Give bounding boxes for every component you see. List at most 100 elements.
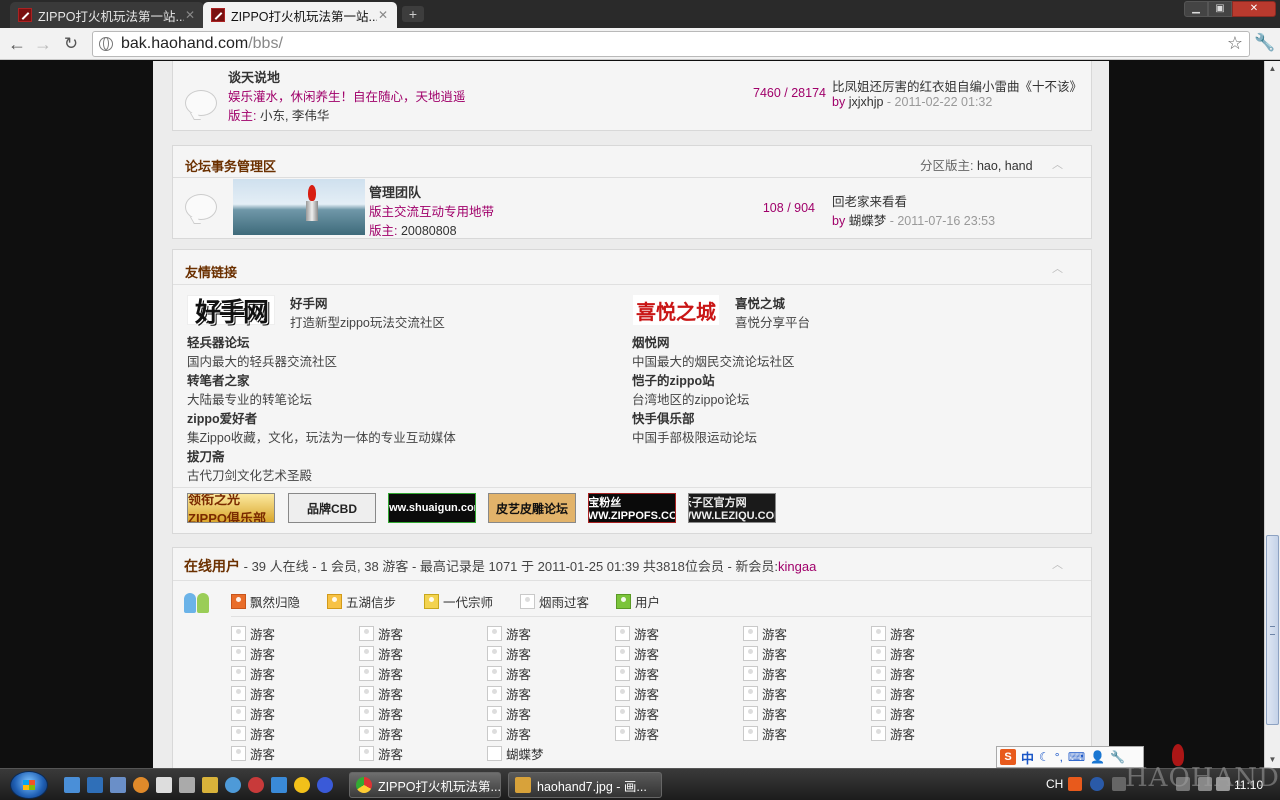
notepad-icon[interactable] (179, 777, 195, 793)
sogou-tray-icon[interactable] (1068, 777, 1082, 791)
tab-1[interactable]: ZIPPO打火机玩法第一站... ✕ (10, 2, 204, 28)
link-banner[interactable]: 领衔之光 ZIPPO俱乐部 (187, 493, 275, 523)
section-mod-label: 分区版主: (920, 159, 974, 173)
sogou-logo-icon[interactable]: S (1000, 749, 1016, 765)
lastpost-title[interactable]: 回老家来看看 (832, 191, 907, 210)
legend-item: 一代宗师 (424, 592, 493, 611)
new-tab-button[interactable]: + (402, 6, 424, 22)
address-bar[interactable]: bak.haohand.com/bbs/ ☆ (92, 31, 1250, 57)
close-window-button[interactable]: ✕ (1232, 1, 1276, 17)
link-name[interactable]: 快手俱乐部 (632, 408, 695, 427)
start-button[interactable] (10, 771, 48, 799)
punctuation-icon[interactable]: °, (1055, 750, 1063, 764)
player-icon[interactable] (317, 777, 333, 793)
link-banner[interactable]: 芝宝粉丝 WWW.ZIPPOFS.COM (588, 493, 676, 523)
keyboard-icon[interactable]: ⌨ (1068, 750, 1085, 764)
network-icon[interactable] (110, 777, 126, 793)
maximize-button[interactable]: ▣ (1208, 1, 1232, 17)
user-label: 游客 (890, 668, 916, 682)
section-title[interactable]: 论坛事务管理区 (185, 156, 276, 176)
link-banner[interactable]: 皮艺皮雕论坛 (488, 493, 576, 523)
tab-close-icon[interactable]: ✕ (184, 8, 196, 22)
minimize-button[interactable]: ▁ (1184, 1, 1208, 17)
link-name[interactable]: 好手网 (290, 293, 328, 312)
link-name[interactable]: 恺子的zippo站 (632, 370, 715, 389)
legend-label: 飘然归隐 (250, 596, 301, 610)
online-guest: 游客 (743, 684, 787, 703)
scroll-up-arrow-icon[interactable]: ▲ (1265, 61, 1280, 77)
wrench-menu-icon[interactable]: 🔧 (1254, 33, 1275, 53)
link-banner[interactable]: 品牌CBD (288, 493, 376, 523)
scroll-thumb[interactable] (1266, 535, 1279, 725)
lastpost-user[interactable]: jxjxhjp (849, 95, 884, 109)
computer-icon[interactable] (87, 777, 103, 793)
back-button[interactable]: ← (6, 33, 28, 55)
collapse-icon[interactable]: ︿ (1052, 260, 1063, 276)
tab-close-icon[interactable]: ✕ (377, 8, 389, 22)
page-viewport: 谈天说地 娱乐灌水，休闲养生！自在随心，天地逍遥 版主: 小东, 李伟华 746… (0, 61, 1264, 768)
xiyue-logo[interactable]: 喜悦之城 (633, 295, 719, 325)
link-name[interactable]: 轻兵器论坛 (187, 332, 250, 351)
link-name[interactable]: zippo爱好者 (187, 408, 257, 427)
moon-icon[interactable]: ☾ (1039, 750, 1050, 764)
document-icon[interactable] (156, 777, 172, 793)
forum-thumbnail[interactable] (233, 179, 365, 235)
link-name[interactable]: 转笔者之家 (187, 370, 250, 389)
guest-icon (615, 706, 630, 721)
lastpost-user[interactable]: 蝴蝶梦 (849, 214, 887, 228)
link-name[interactable]: 喜悦之城 (735, 293, 785, 312)
show-desktop-icon[interactable] (64, 777, 80, 793)
forward-button[interactable]: → (32, 33, 54, 55)
vertical-scrollbar[interactable]: ▲ ▼ (1264, 61, 1280, 768)
forum-page: 谈天说地 娱乐灌水，休闲养生！自在随心，天地逍遥 版主: 小东, 李伟华 746… (153, 61, 1109, 768)
user-icon[interactable]: 👤 (1090, 750, 1105, 764)
taskbar-app-chrome[interactable]: ZIPPO打火机玩法第... (349, 772, 501, 798)
guest-icon (615, 686, 630, 701)
mod-names[interactable]: 20080808 (401, 224, 457, 238)
link-banner[interactable]: 乐子区官方网 WWW.LEZIQU.COM (688, 493, 776, 523)
wrench-icon[interactable]: 🔧 (1110, 750, 1125, 764)
new-member-link[interactable]: kingaa (778, 559, 816, 574)
guest-icon (359, 706, 374, 721)
taskbar-app-paint[interactable]: haohand7.jpg - 画... (508, 772, 662, 798)
link-desc: 喜悦分享平台 (735, 316, 811, 330)
user-label: 游客 (506, 668, 532, 682)
reload-button[interactable]: ↻ (60, 33, 82, 55)
mod-names[interactable]: 小东, 李伟华 (260, 109, 329, 123)
haoshou-logo[interactable]: 好手网 (187, 295, 275, 327)
globe-icon[interactable] (225, 777, 241, 793)
url-path: /bbs/ (248, 35, 283, 52)
section-moderators: 分区版主: hao, hand (920, 155, 1033, 174)
media-icon[interactable] (248, 777, 264, 793)
guest-icon (615, 666, 630, 681)
user-label[interactable]: 蝴蝶梦 (506, 744, 544, 763)
section-mod-names[interactable]: hao, hand (977, 159, 1033, 173)
link-banner[interactable]: www.shuaigun.com (388, 493, 476, 523)
link-name[interactable]: 拔刀斋 (187, 446, 225, 465)
collapse-icon[interactable]: ︿ (1052, 556, 1063, 572)
bookmark-star-icon[interactable]: ☆ (1227, 33, 1243, 54)
guest-icon (487, 646, 502, 661)
ime-mode[interactable]: 中 (1021, 748, 1034, 767)
forum-name[interactable]: 管理团队 (369, 182, 421, 201)
help-icon[interactable] (1090, 777, 1104, 791)
tab-2[interactable]: ZIPPO打火机玩法第一站... ✕ (203, 2, 397, 28)
messenger-icon[interactable] (271, 777, 287, 793)
language-indicator[interactable]: CH (1046, 777, 1063, 791)
link-name[interactable]: 烟悦网 (632, 332, 670, 351)
link-desc: 中国手部极限运动论坛 (632, 431, 758, 445)
lastpost-title[interactable]: 比凤姐还厉害的红衣姐自编小雷曲《十不该》 (832, 76, 1082, 95)
tray-chevron-icon[interactable] (1112, 777, 1126, 791)
guest-icon (743, 646, 758, 661)
qq-icon[interactable] (294, 777, 310, 793)
forum-name[interactable]: 谈天说地 (228, 67, 280, 86)
online-member[interactable]: 蝴蝶梦 (487, 744, 544, 763)
tool-icon[interactable] (202, 777, 218, 793)
user-label: 游客 (634, 728, 660, 742)
app-icon[interactable] (133, 777, 149, 793)
collapse-icon[interactable]: ︿ (1052, 156, 1063, 172)
user-label: 游客 (890, 688, 916, 702)
online-guest: 游客 (871, 624, 915, 643)
divider (173, 580, 1091, 581)
mod-label: 版主: (228, 109, 257, 123)
